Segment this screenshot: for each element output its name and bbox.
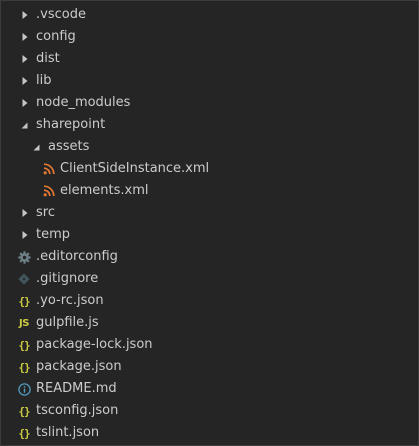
tree-file-gulpfile-js[interactable]: JS gulpfile.js: [1, 312, 418, 334]
tree-item-label: tsconfig.json: [36, 403, 119, 418]
tree-folder-temp[interactable]: temp: [1, 224, 418, 246]
tree-file-readme-md[interactable]: README.md: [1, 378, 418, 400]
info-icon: [16, 381, 32, 397]
tree-item-label: src: [36, 205, 55, 220]
tree-item-label: .yo-rc.json: [36, 293, 104, 308]
tree-folder-dist[interactable]: dist: [1, 48, 418, 70]
chevron-right-icon[interactable]: [20, 76, 30, 86]
tree-folder-src[interactable]: src: [1, 202, 418, 224]
tree-item-label: elements.xml: [60, 183, 149, 198]
chevron-down-icon[interactable]: [19, 120, 29, 130]
json-braces-icon: {}: [18, 404, 30, 418]
tree-file-elements-xml[interactable]: elements.xml: [1, 180, 418, 202]
file-tree: .vscode config dist lib node_modules sha…: [1, 4, 418, 444]
json-braces-icon: {}: [18, 426, 30, 440]
tree-file-tsconfig-json[interactable]: {} tsconfig.json: [1, 400, 418, 422]
file-explorer: .vscode config dist lib node_modules sha…: [0, 0, 419, 446]
tree-item-label: node_modules: [36, 95, 131, 110]
tree-item-label: dist: [36, 51, 60, 66]
tree-item-label: config: [36, 29, 76, 44]
tree-file-package-json[interactable]: {} package.json: [1, 356, 418, 378]
chevron-right-icon[interactable]: [20, 230, 30, 240]
tree-item-label: .gitignore: [36, 271, 99, 286]
tree-item-label: temp: [36, 227, 71, 242]
json-braces-icon: {}: [18, 338, 30, 352]
tree-file-clientsideinstance-xml[interactable]: ClientSideInstance.xml: [1, 158, 418, 180]
js-icon: JS: [19, 317, 29, 329]
tree-folder-vscode[interactable]: .vscode: [1, 4, 418, 26]
tree-file-tslint-json[interactable]: {} tslint.json: [1, 422, 418, 444]
git-icon: [16, 271, 32, 287]
tree-item-label: package.json: [36, 359, 122, 374]
chevron-down-icon[interactable]: [31, 142, 41, 152]
json-braces-icon: {}: [18, 360, 30, 374]
tree-item-label: assets: [48, 139, 90, 154]
tree-file-yo-rc-json[interactable]: {} .yo-rc.json: [1, 290, 418, 312]
tree-item-label: gulpfile.js: [36, 315, 99, 330]
tree-file-editorconfig[interactable]: .editorconfig: [1, 246, 418, 268]
tree-item-label: tslint.json: [36, 425, 100, 440]
tree-item-label: .editorconfig: [36, 249, 118, 264]
chevron-right-icon[interactable]: [20, 10, 30, 20]
chevron-right-icon[interactable]: [20, 98, 30, 108]
chevron-right-icon[interactable]: [20, 54, 30, 64]
tree-file-package-lock-json[interactable]: {} package-lock.json: [1, 334, 418, 356]
tree-folder-lib[interactable]: lib: [1, 70, 418, 92]
json-braces-icon: {}: [18, 294, 30, 308]
tree-item-label: ClientSideInstance.xml: [60, 161, 210, 176]
tree-folder-node-modules[interactable]: node_modules: [1, 92, 418, 114]
chevron-right-icon[interactable]: [20, 32, 30, 42]
gear-icon: [16, 249, 32, 265]
tree-file-gitignore[interactable]: .gitignore: [1, 268, 418, 290]
tree-item-label: lib: [36, 73, 52, 88]
tree-item-label: sharepoint: [36, 117, 106, 132]
tree-item-label: README.md: [36, 381, 117, 396]
tree-folder-sharepoint[interactable]: sharepoint: [1, 114, 418, 136]
tree-item-label: package-lock.json: [36, 337, 153, 352]
tree-folder-config[interactable]: config: [1, 26, 418, 48]
rss-xml-icon: [41, 161, 57, 177]
chevron-right-icon[interactable]: [20, 208, 30, 218]
rss-xml-icon: [41, 183, 57, 199]
tree-item-label: .vscode: [36, 7, 86, 22]
tree-folder-assets[interactable]: assets: [1, 136, 418, 158]
